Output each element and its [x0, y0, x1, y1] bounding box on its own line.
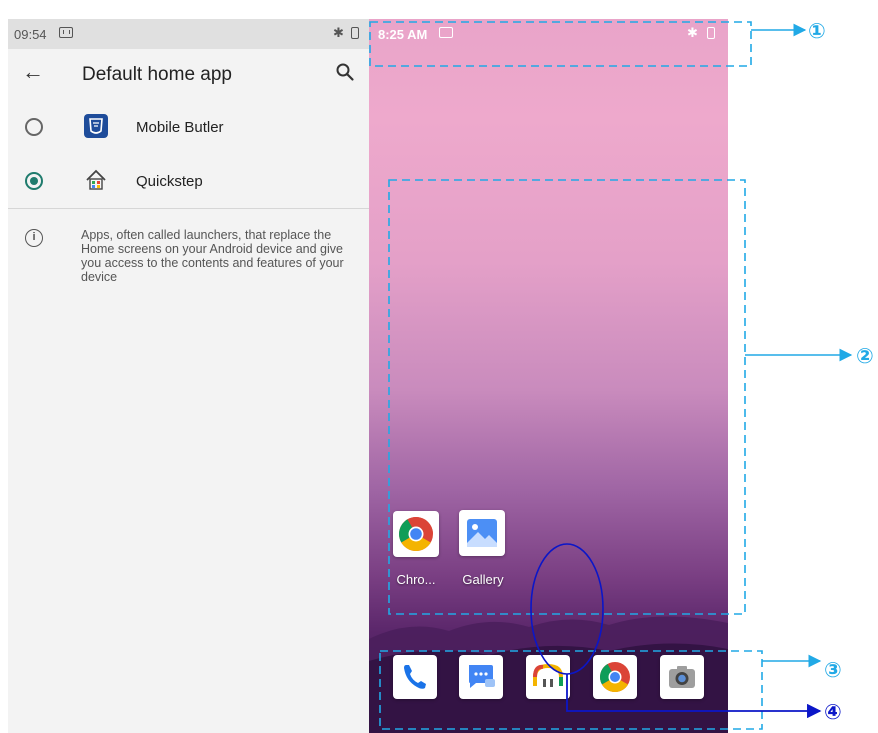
bluetooth-icon: ✱: [687, 25, 698, 40]
gallery-app[interactable]: [459, 510, 505, 556]
radio-button-selected[interactable]: [25, 172, 43, 190]
sd-card-icon: [59, 27, 73, 38]
dock-phone[interactable]: [393, 655, 437, 699]
callout-number-3: ③: [824, 658, 842, 682]
chrome-icon: [399, 517, 433, 551]
bluetooth-icon: ✱: [333, 25, 344, 40]
callout-number-4: ④: [824, 700, 842, 724]
settings-toolbar: ← Default home app: [8, 49, 369, 101]
dock-app-drawer[interactable]: [526, 655, 570, 699]
chrome-app[interactable]: [393, 511, 439, 557]
messages-icon: [469, 665, 495, 688]
status-time: 09:54: [14, 27, 47, 42]
option-quickstep[interactable]: Quickstep: [8, 157, 369, 209]
chrome-icon: [599, 662, 630, 693]
settings-status-bar: 09:54 ✱: [8, 19, 369, 49]
app-label: Chro...: [396, 572, 436, 587]
camera-icon: [669, 666, 695, 688]
mobile-butler-icon: [84, 114, 108, 138]
battery-icon: [707, 27, 715, 39]
settings-screen: 09:54 ✱ ← Default home app Mobile Butler: [8, 19, 369, 733]
divider: [8, 208, 369, 209]
quickstep-icon: [86, 169, 106, 190]
app-label: Gallery: [462, 572, 504, 587]
option-mobile-butler[interactable]: Mobile Butler: [8, 103, 369, 155]
gallery-icon: [467, 519, 497, 547]
home-screen: 8:25 AM ✱ Chro... Gallery: [369, 19, 728, 733]
callout-number-1: ①: [808, 19, 826, 43]
radio-button[interactable]: [25, 118, 43, 136]
sd-card-icon: [439, 27, 453, 38]
back-arrow-icon[interactable]: ←: [22, 61, 44, 83]
search-icon[interactable]: [335, 62, 355, 82]
option-label: Quickstep: [136, 173, 203, 190]
phone-icon: [404, 665, 426, 689]
info-icon: i: [25, 229, 43, 247]
page-title: Default home app: [82, 64, 232, 85]
info-description: Apps, often called launchers, that repla…: [81, 228, 344, 284]
home-status-time: 8:25 AM: [378, 27, 428, 42]
dock-messages[interactable]: [459, 655, 503, 699]
dock-camera[interactable]: [660, 655, 704, 699]
app-drawer-icon: [533, 663, 563, 687]
figure: 09:54 ✱ ← Default home app Mobile Butler: [0, 0, 878, 733]
callout-number-2: ②: [856, 344, 874, 368]
option-label: Mobile Butler: [136, 119, 224, 136]
battery-icon: [351, 27, 359, 39]
dock-chrome[interactable]: [593, 655, 637, 699]
